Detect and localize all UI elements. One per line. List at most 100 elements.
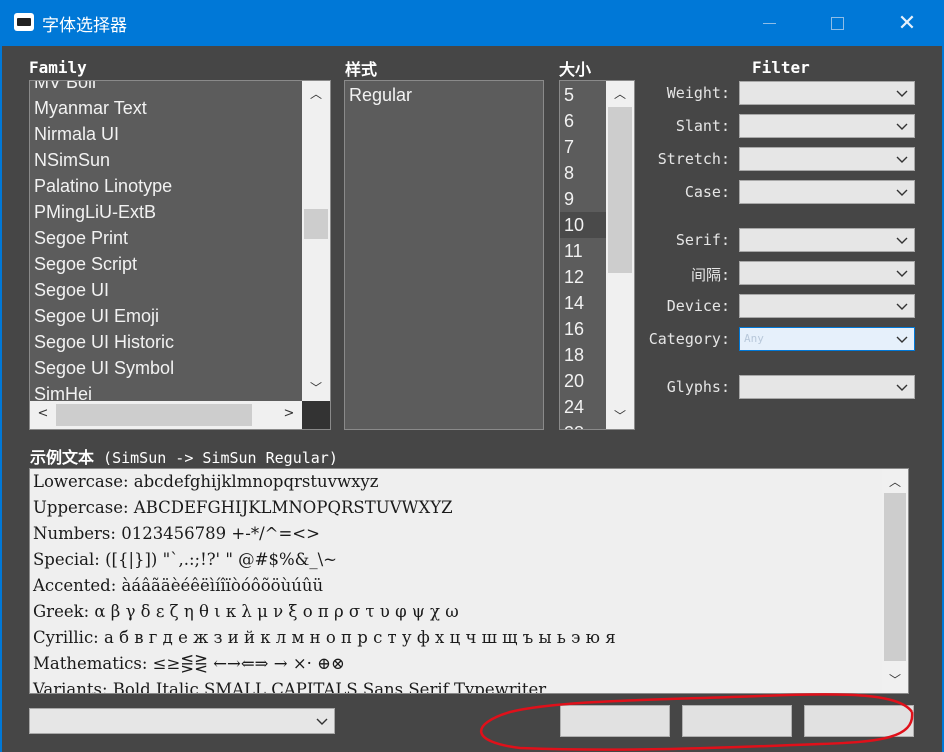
- size-items: 56789101112141618202428: [560, 82, 608, 429]
- family-hscrollbar[interactable]: < >: [30, 401, 302, 429]
- scroll-right-icon[interactable]: >: [278, 403, 300, 429]
- action-button-3[interactable]: [804, 705, 914, 737]
- list-item[interactable]: Segoe UI Historic: [30, 329, 302, 355]
- list-item[interactable]: 6: [560, 108, 608, 134]
- sample-lines: Lowercase: abcdefghijklmnopqrstuvwxyz Upp…: [30, 469, 882, 694]
- chevron-down-icon: [896, 189, 908, 196]
- maximize-icon: [830, 16, 844, 30]
- sample-line: Accented: àáâãäèéêëìíîïòóôõöùúûü: [33, 576, 324, 595]
- scroll-down-icon[interactable]: ﹀: [606, 405, 634, 427]
- scroll-down-icon[interactable]: ﹀: [302, 377, 330, 399]
- action-button-2[interactable]: [682, 705, 792, 737]
- filter-header: Filter: [752, 58, 810, 77]
- action-button-1[interactable]: [560, 705, 670, 737]
- list-item[interactable]: Segoe Script: [30, 251, 302, 277]
- chevron-down-icon: [896, 384, 908, 391]
- close-button[interactable]: ✕: [884, 6, 930, 40]
- sample-line: Special: ([{|}]) "`,.:;!?' " @#$%&_\~: [33, 550, 337, 569]
- chevron-down-icon: [896, 270, 908, 277]
- sample-vscrollbar[interactable]: ︿ ﹀: [882, 469, 908, 693]
- dialog-body: Family 样式 大小 Filter MV Boli Myanmar Text N…: [2, 46, 942, 752]
- device-select[interactable]: [739, 294, 915, 318]
- sample-text-box[interactable]: Lowercase: abcdefghijklmnopqrstuvwxyz Upp…: [29, 468, 909, 694]
- list-item[interactable]: Segoe UI Emoji: [30, 303, 302, 329]
- minimize-icon: [762, 22, 776, 24]
- weight-label: Weight:: [666, 84, 730, 102]
- list-item[interactable]: 20: [560, 368, 608, 394]
- sample-subtitle: (SimSun -> SimSun Regular): [103, 449, 338, 467]
- minimize-button[interactable]: [746, 6, 792, 40]
- sample-title: 示例文本: [30, 448, 95, 467]
- glyphs-label: Glyphs:: [666, 378, 730, 396]
- chevron-down-icon: [896, 90, 908, 97]
- list-item[interactable]: 12: [560, 264, 608, 290]
- sample-line: Cyrillic: а б в г д е ж з и й к л м н о …: [33, 628, 616, 647]
- window-title: 字体选择器: [42, 16, 127, 36]
- scroll-corner: [302, 401, 330, 429]
- list-item[interactable]: Segoe Print: [30, 225, 302, 251]
- hscroll-thumb[interactable]: [56, 404, 252, 426]
- app-icon: [14, 13, 34, 31]
- scroll-up-icon[interactable]: ︿: [882, 471, 908, 493]
- scroll-thumb[interactable]: [304, 209, 328, 239]
- list-item[interactable]: NSimSun: [30, 147, 302, 173]
- title-bar[interactable]: 字体选择器 ✕: [0, 0, 944, 46]
- list-item[interactable]: 5: [560, 82, 608, 108]
- family-vscrollbar[interactable]: ︿ ﹀: [302, 81, 330, 401]
- list-item[interactable]: Nirmala UI: [30, 121, 302, 147]
- style-list[interactable]: Regular: [344, 80, 544, 430]
- list-item[interactable]: 28: [560, 420, 608, 429]
- sample-line: Numbers: 0123456789 +-*/^=<>: [33, 524, 320, 543]
- spacing-label: 间隔:: [690, 266, 730, 284]
- scroll-left-icon[interactable]: <: [32, 403, 54, 429]
- list-item[interactable]: 10: [560, 212, 608, 238]
- scroll-up-icon[interactable]: ︿: [302, 83, 330, 105]
- chevron-down-icon: [896, 237, 908, 244]
- chevron-down-icon: [896, 156, 908, 163]
- list-item[interactable]: 16: [560, 316, 608, 342]
- sample-heading: 示例文本 (SimSun -> SimSun Regular): [30, 444, 338, 468]
- list-item[interactable]: MV Boli: [30, 81, 302, 95]
- slant-select[interactable]: [739, 114, 915, 138]
- slant-label: Slant:: [675, 117, 730, 135]
- size-header: 大小: [559, 60, 592, 79]
- spacing-select[interactable]: [739, 261, 915, 285]
- list-item[interactable]: 18: [560, 342, 608, 368]
- case-select[interactable]: [739, 180, 915, 204]
- list-item[interactable]: Regular: [345, 82, 543, 108]
- list-item[interactable]: 14: [560, 290, 608, 316]
- list-item[interactable]: PMingLiU-ExtB: [30, 199, 302, 225]
- list-item[interactable]: Myanmar Text: [30, 95, 302, 121]
- weight-select[interactable]: [739, 81, 915, 105]
- sample-line: Mathematics: ≤≥⋚⋛ ←→⇐⇒ → ×· ⊕⊗: [33, 654, 345, 673]
- category-select[interactable]: Any: [739, 327, 915, 351]
- chevron-down-icon: [316, 718, 328, 725]
- list-item[interactable]: 11: [560, 238, 608, 264]
- close-icon: ✕: [897, 10, 917, 36]
- serif-select[interactable]: [739, 228, 915, 252]
- encoding-select[interactable]: [29, 708, 335, 734]
- chevron-down-icon: [896, 336, 908, 343]
- device-label: Device:: [666, 297, 730, 315]
- stretch-select[interactable]: [739, 147, 915, 171]
- list-item[interactable]: Palatino Linotype: [30, 173, 302, 199]
- list-item[interactable]: 7: [560, 134, 608, 160]
- list-item[interactable]: 9: [560, 186, 608, 212]
- glyphs-select[interactable]: [739, 375, 915, 399]
- scroll-thumb[interactable]: [884, 493, 906, 661]
- style-items: Regular: [345, 82, 543, 108]
- list-item[interactable]: 8: [560, 160, 608, 186]
- serif-label: Serif:: [675, 231, 730, 249]
- list-item[interactable]: Segoe UI: [30, 277, 302, 303]
- scroll-down-icon[interactable]: ﹀: [882, 669, 908, 691]
- family-header: Family: [29, 58, 87, 77]
- maximize-button[interactable]: [814, 6, 860, 40]
- chevron-down-icon: [896, 123, 908, 130]
- list-item[interactable]: 24: [560, 394, 608, 420]
- list-item[interactable]: Segoe UI Symbol: [30, 355, 302, 381]
- case-label: Case:: [684, 183, 730, 201]
- family-list[interactable]: MV Boli Myanmar Text Nirmala UI NSimSun Pala…: [29, 80, 331, 430]
- category-label: Category:: [648, 330, 730, 348]
- sample-line: Lowercase: abcdefghijklmnopqrstuvwxyz: [33, 472, 379, 491]
- sample-line: Variants: Bold Italic SMALL CAPITALS San…: [33, 680, 547, 694]
